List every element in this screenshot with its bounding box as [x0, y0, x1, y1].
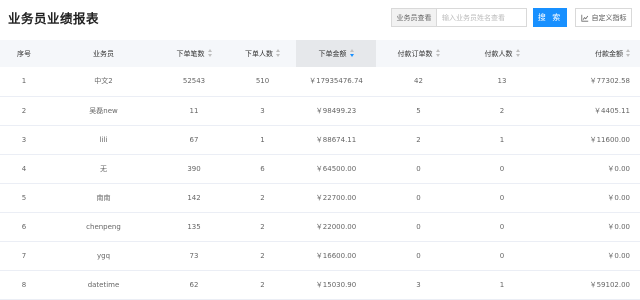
cell-paid-users: 0: [499, 193, 505, 202]
search-group: 业务员查看: [391, 8, 527, 27]
cell-order-count: 67: [189, 135, 199, 144]
cell-order-amount: ￥15030.90: [315, 280, 357, 289]
cell-order-count: 390: [187, 164, 201, 173]
cell-paid-orders: 42: [414, 77, 423, 86]
column-header-order-amount[interactable]: 下单金额: [296, 40, 376, 67]
cell-order-users: 2: [260, 251, 265, 260]
cell-index: 3: [21, 135, 27, 144]
cell-paid-amount: ￥0.00: [607, 164, 630, 173]
cell-order-count: 11: [189, 106, 199, 115]
sort-icon[interactable]: [626, 48, 630, 57]
cell-paid-orders: 2: [416, 135, 421, 144]
sort-icon[interactable]: [515, 48, 520, 57]
cell-paid-amount: ￥4405.11: [594, 106, 630, 115]
cell-salesperson: 中文2: [94, 77, 113, 86]
custom-metrics-button[interactable]: 自定义指标: [575, 8, 632, 27]
cell-paid-orders: 3: [416, 280, 421, 289]
table-row: 7 ygq 73 2 ￥16600.00 0 0 ￥0.00: [0, 241, 640, 270]
chart-line-icon: [580, 14, 588, 22]
cell-order-users: 2: [260, 222, 265, 231]
search-label: 业务员查看: [391, 8, 436, 27]
cell-paid-orders: 0: [416, 251, 421, 260]
cell-order-users: 2: [260, 280, 265, 289]
cell-order-count: 73: [189, 251, 199, 260]
page-title: 业务员业绩报表: [8, 11, 100, 26]
column-header-paid-users[interactable]: 付款人数: [461, 40, 543, 67]
sort-icon[interactable]: [207, 48, 212, 57]
column-header-salesperson: 业务员: [93, 49, 114, 58]
cell-salesperson: 无: [100, 164, 107, 173]
table-row: 1 中文2 52543 510 ￥17935476.74 42 13 ￥77302.58: [0, 67, 640, 96]
cell-index: 6: [21, 222, 27, 231]
cell-order-users: 1: [260, 135, 265, 144]
cell-paid-orders: 0: [416, 164, 421, 173]
cell-order-count: 135: [187, 222, 201, 231]
table-header-row: 序号 业务员 下单笔数 下单人数 下单金额 付款订单数 付款人数 付款金额: [0, 40, 640, 67]
table-row: 6 chenpeng 135 2 ￥22000.00 0 0 ￥0.00: [0, 212, 640, 241]
cell-paid-amount: ￥11600.00: [589, 135, 630, 144]
cell-order-amount: ￥64500.00: [315, 164, 357, 173]
cell-order-amount: ￥22700.00: [315, 193, 357, 202]
cell-order-users: 6: [260, 164, 265, 173]
cell-salesperson: datetime: [87, 280, 120, 289]
cell-paid-users: 1: [499, 280, 505, 289]
column-header-paid-amount[interactable]: 付款金额: [543, 40, 640, 67]
cell-order-amount: ￥98499.23: [315, 106, 357, 115]
cell-order-count: 62: [189, 280, 199, 289]
cell-paid-amount: ￥59102.00: [589, 280, 630, 289]
cell-order-users: 510: [255, 77, 270, 86]
cell-paid-orders: 0: [416, 222, 421, 231]
column-header-paid-orders[interactable]: 付款订单数: [376, 40, 461, 67]
cell-index: 5: [21, 193, 27, 202]
cell-paid-users: 0: [499, 251, 505, 260]
cell-index: 8: [21, 280, 27, 289]
cell-index: 4: [21, 164, 27, 173]
cell-order-users: 3: [260, 106, 265, 115]
cell-paid-amount: ￥0.00: [607, 193, 630, 202]
cell-order-amount: ￥17935476.74: [309, 77, 363, 86]
cell-order-amount: ￥22000.00: [315, 222, 357, 231]
cell-order-count: 142: [187, 193, 201, 202]
cell-index: 7: [21, 251, 27, 260]
search-button[interactable]: 搜 索: [533, 8, 567, 27]
cell-salesperson: 南南: [96, 193, 111, 202]
cell-paid-users: 1: [499, 135, 505, 144]
column-header-order-count[interactable]: 下单笔数: [159, 40, 229, 67]
cell-salesperson: 吴磊new: [89, 106, 118, 115]
cell-paid-amount: ￥0.00: [607, 222, 630, 231]
cell-paid-amount: ￥77302.58: [589, 77, 630, 86]
table-row: 2 吴磊new 11 3 ￥98499.23 5 2 ￥4405.11: [0, 96, 640, 125]
cell-paid-users: 0: [499, 222, 505, 231]
column-header-index: 序号: [17, 49, 31, 58]
sort-icon[interactable]: [276, 48, 280, 57]
cell-salesperson: lili: [99, 135, 108, 144]
performance-table: 序号 业务员 下单笔数 下单人数 下单金额 付款订单数 付款人数 付款金额 1 中…: [0, 40, 640, 300]
cell-paid-users: 2: [499, 106, 505, 115]
cell-order-users: 2: [260, 193, 265, 202]
table-row: 5 南南 142 2 ￥22700.00 0 0 ￥0.00: [0, 183, 640, 212]
column-header-order-users[interactable]: 下单人数: [229, 40, 296, 67]
custom-metrics-label: 自定义指标: [591, 13, 627, 22]
cell-paid-users: 0: [499, 164, 505, 173]
cell-index: 1: [21, 77, 27, 86]
table-row: 8 datetime 62 2 ￥15030.90 3 1 ￥59102.00: [0, 270, 640, 299]
cell-order-amount: ￥16600.00: [315, 251, 357, 260]
table-row: 4 无 390 6 ￥64500.00 0 0 ￥0.00: [0, 154, 640, 183]
cell-paid-amount: ￥0.00: [607, 251, 630, 260]
cell-order-count: 52543: [182, 77, 206, 86]
cell-index: 2: [21, 106, 27, 115]
cell-salesperson: chenpeng: [86, 222, 121, 231]
cell-paid-users: 13: [497, 77, 507, 86]
search-input[interactable]: [436, 8, 527, 27]
cell-order-amount: ￥88674.11: [315, 135, 357, 144]
sort-icon[interactable]: [435, 48, 440, 57]
sort-desc-icon[interactable]: [349, 48, 354, 57]
cell-paid-orders: 0: [416, 193, 421, 202]
cell-salesperson: ygq: [96, 251, 111, 260]
cell-paid-orders: 5: [416, 106, 421, 115]
table-row: 3 lili 67 1 ￥88674.11 2 1 ￥11600.00: [0, 125, 640, 154]
